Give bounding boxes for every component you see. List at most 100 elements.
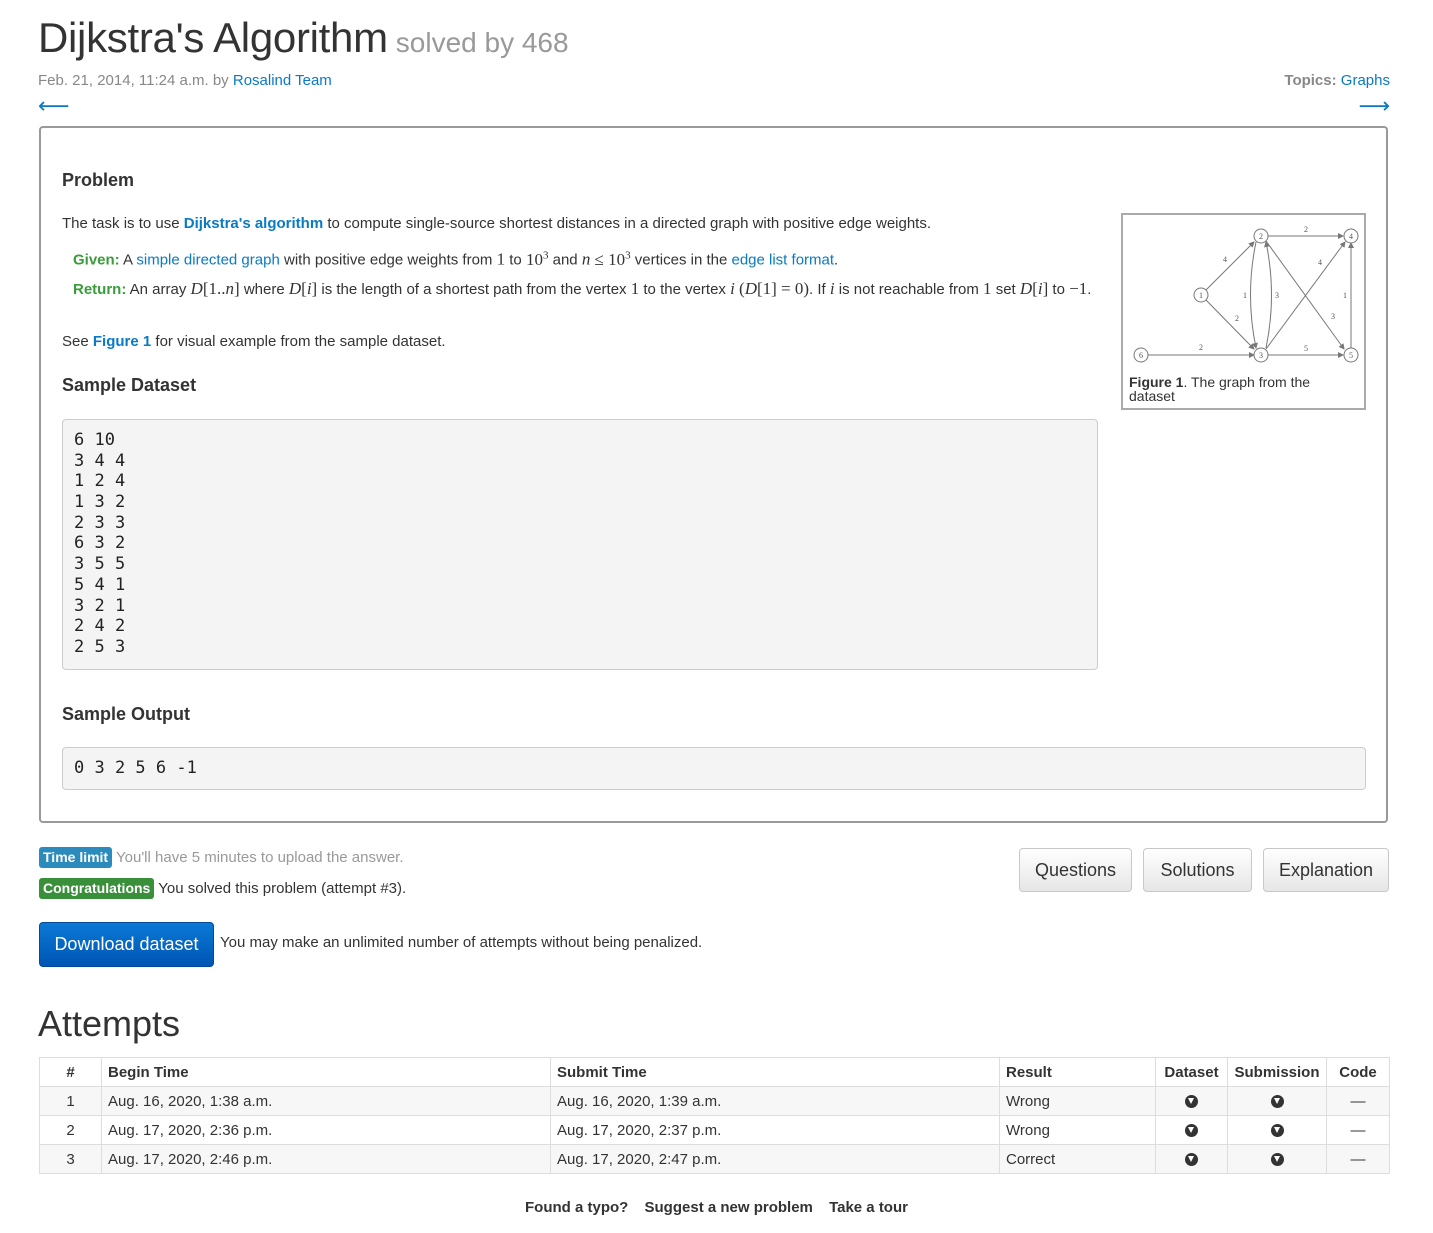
sample-output-value: 0 3 2 5 6 -1 — [74, 758, 197, 778]
dataset-line: 2 3 3 — [74, 512, 126, 533]
svg-text:3: 3 — [1275, 291, 1279, 300]
congratulations-badge: Congratulations — [39, 878, 155, 899]
edge-list-format-link[interactable]: edge list format — [731, 252, 834, 269]
row-number: 1 — [39, 1086, 102, 1116]
sample-output-block: 0 3 2 5 6 -1 — [62, 747, 1366, 790]
problem-intro: The task is to use Dijkstra's algorithm … — [62, 213, 1102, 234]
submission-download-cell — [1227, 1144, 1327, 1174]
svg-text:1: 1 — [1343, 291, 1347, 300]
table-row: 2 Aug. 17, 2020, 2:36 p.m. Aug. 17, 2020… — [39, 1115, 1390, 1145]
author-link[interactable]: Rosalind Team — [233, 72, 332, 89]
attempts-header-row: # Begin Time Submit Time Result Dataset … — [39, 1057, 1390, 1087]
sample-dataset-heading: Sample Dataset — [62, 375, 197, 395]
return-paragraph: Return: An array D[1..n] where D[i] is t… — [73, 279, 1092, 298]
dataset-line: 2 5 3 — [74, 636, 126, 657]
graph-figure: 1 2 3 4 5 6 4 2 2 1 3 4 3 5 1 2 — [1133, 225, 1359, 363]
suggest-problem-link[interactable]: Suggest a new problem — [645, 1199, 813, 1216]
dataset-line: 1 2 4 — [74, 471, 126, 492]
figure-link[interactable]: Figure 1 — [93, 333, 151, 350]
row-begin-time: Aug. 17, 2020, 2:36 p.m. — [101, 1115, 551, 1145]
svg-text:3: 3 — [1259, 351, 1263, 360]
problem-meta: Feb. 21, 2014, 11:24 a.m. by Rosalind Te… — [38, 72, 332, 89]
dijkstra-link[interactable]: Dijkstra's algorithm — [184, 215, 323, 232]
problem-title: Dijkstra's Algorithm — [38, 14, 388, 61]
download-note: You may make an unlimited number of atte… — [220, 934, 703, 951]
row-begin-time: Aug. 16, 2020, 1:38 a.m. — [101, 1086, 551, 1116]
download-icon[interactable] — [1185, 1095, 1198, 1109]
download-icon[interactable] — [1270, 1095, 1284, 1109]
see-text-end: for visual example from the sample datas… — [155, 333, 446, 350]
download-icon[interactable] — [1270, 1124, 1284, 1138]
row-code: — — [1326, 1115, 1390, 1145]
download-icon[interactable] — [1185, 1153, 1198, 1167]
dataset-line: 5 4 1 — [74, 574, 126, 595]
intro-text-end: to compute single-source shortest distan… — [327, 215, 932, 232]
see-figure: See Figure 1 for visual example from the… — [62, 331, 446, 352]
svg-text:5: 5 — [1349, 351, 1353, 360]
svg-text:2: 2 — [1235, 314, 1239, 323]
dataset-line: 3 4 4 — [74, 450, 126, 471]
next-problem-arrow-icon[interactable]: ⟶ — [1358, 94, 1390, 118]
download-icon[interactable] — [1185, 1124, 1198, 1138]
dataset-line: 1 3 2 — [74, 492, 126, 513]
svg-text:6: 6 — [1139, 351, 1143, 360]
svg-text:4: 4 — [1223, 255, 1227, 264]
row-submit-time: Aug. 17, 2020, 2:47 p.m. — [550, 1144, 1000, 1174]
dataset-line: 3 5 5 — [74, 554, 126, 575]
download-dataset-button[interactable]: Download dataset — [39, 922, 214, 967]
col-submission: Submission — [1227, 1057, 1327, 1087]
publish-date: Feb. 21, 2014, 11:24 a.m. by — [38, 72, 229, 89]
row-submit-time: Aug. 16, 2020, 1:39 a.m. — [550, 1086, 1000, 1116]
problem-heading: Problem — [62, 170, 135, 190]
see-text: See — [62, 333, 89, 350]
row-code: — — [1326, 1086, 1390, 1116]
svg-text:3: 3 — [1331, 312, 1335, 321]
footer-links: Found a typo? Suggest a new problem Take… — [0, 1199, 1433, 1216]
dataset-line: 2 4 2 — [74, 616, 126, 637]
take-tour-link[interactable]: Take a tour — [829, 1199, 908, 1216]
page: Dijkstra's Algorithm solved by 468 Feb. 2… — [0, 0, 1433, 1233]
row-number: 3 — [39, 1144, 102, 1174]
figure-1: 1 2 3 4 5 6 4 2 2 1 3 4 3 5 1 2 Figure 1… — [1121, 213, 1366, 410]
simple-directed-graph-link[interactable]: simple directed graph — [136, 252, 279, 269]
math-max: 103 — [525, 249, 549, 269]
topics: Topics: Graphs — [1284, 72, 1390, 89]
topic-link-graphs[interactable]: Graphs — [1341, 72, 1390, 89]
time-limit-row: Time limit You'll have 5 minutes to uplo… — [39, 847, 404, 868]
intro-text: The task is to use — [62, 215, 180, 232]
submission-download-cell — [1227, 1086, 1327, 1116]
questions-button[interactable]: Questions — [1019, 848, 1132, 892]
time-limit-text: You'll have 5 minutes to upload the answ… — [116, 849, 404, 866]
sample-dataset-block: 6 10 3 4 41 2 41 3 22 3 36 3 23 5 55 4 13… — [62, 419, 1098, 670]
svg-text:1: 1 — [1243, 291, 1247, 300]
solutions-button[interactable]: Solutions — [1143, 848, 1252, 892]
row-result: Correct — [999, 1144, 1156, 1174]
given-text: A — [123, 251, 133, 269]
dataset-download-cell — [1155, 1086, 1228, 1116]
dataset-download-cell — [1155, 1144, 1228, 1174]
math-bound: ≤ 103 — [594, 249, 631, 269]
prev-problem-arrow-icon[interactable]: ⟵ — [38, 94, 70, 118]
congratulations-text: You solved this problem (attempt #3). — [158, 880, 407, 897]
solved-count: solved by 468 — [395, 27, 569, 58]
congrats-row: Congratulations You solved this problem … — [39, 878, 406, 899]
col-submit-time: Submit Time — [550, 1057, 1000, 1087]
col-number: # — [39, 1057, 102, 1087]
found-typo-link[interactable]: Found a typo? — [525, 1199, 628, 1216]
math-n: n — [581, 249, 591, 269]
topics-label: Topics: — [1284, 72, 1337, 89]
figure-caption: Figure 1. The graph from the dataset — [1129, 375, 1349, 403]
attempts-heading: Attempts — [38, 1003, 181, 1044]
download-icon[interactable] — [1270, 1153, 1284, 1167]
given-label: Given: — [73, 251, 120, 269]
row-result: Wrong — [999, 1086, 1156, 1116]
col-begin-time: Begin Time — [101, 1057, 551, 1087]
svg-text:2: 2 — [1259, 232, 1263, 241]
svg-text:4: 4 — [1349, 232, 1353, 241]
svg-text:2: 2 — [1304, 225, 1308, 234]
given-text-end: vertices in the — [634, 251, 728, 269]
given-text-mid: with positive edge weights from — [283, 251, 493, 269]
return-label: Return: — [73, 281, 127, 298]
attempts-table: # Begin Time Submit Time Result Dataset … — [39, 1057, 1390, 1174]
explanation-button[interactable]: Explanation — [1263, 848, 1389, 892]
